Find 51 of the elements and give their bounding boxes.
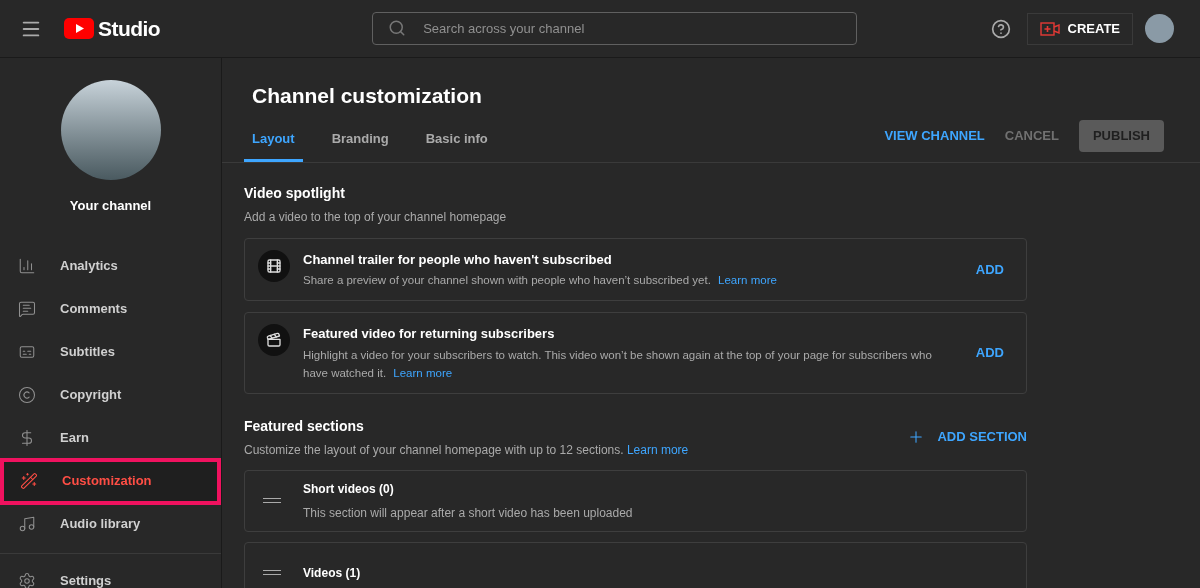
sidebar-item[interactable]: Subtitles — [0, 330, 221, 374]
subtitles-icon — [18, 343, 36, 361]
film-icon — [258, 249, 290, 282]
bar-chart-icon — [18, 257, 36, 275]
search-icon — [388, 19, 407, 37]
page-title: Channel customization — [252, 83, 483, 109]
tab[interactable]: Layout — [244, 121, 303, 162]
section-name: Videos (1) — [303, 564, 361, 582]
sidebar-item[interactable]: Comments — [0, 287, 221, 331]
play-logo-icon — [64, 18, 94, 39]
section-title: Featured sections — [244, 416, 365, 436]
card-title: Channel trailer for people who haven't subscribed — [303, 250, 613, 269]
magic-wand-icon — [20, 472, 38, 490]
avatar[interactable] — [1145, 14, 1174, 43]
section-subtitle: Customize the layout of your channel homepage with up to 12 sections. Learn more — [244, 441, 690, 459]
section-subtitle: Add a video to the top of your channel homepage — [244, 208, 508, 226]
drag-handle-icon[interactable] — [263, 498, 281, 503]
comment-icon — [18, 300, 36, 318]
add-button[interactable]: ADD — [975, 259, 1004, 279]
drag-handle-icon[interactable] — [263, 570, 281, 575]
learn-more-link[interactable]: Learn more — [718, 274, 777, 286]
tab[interactable]: Branding — [323, 121, 397, 162]
logo-text: Studio — [98, 15, 161, 42]
settings-icon — [18, 572, 36, 588]
sidebar-item[interactable]: Earn — [0, 416, 221, 460]
section-title: Video spotlight — [244, 183, 346, 203]
create-button[interactable]: CREATE — [1026, 12, 1133, 45]
learn-more-link[interactable]: Learn more — [393, 366, 453, 379]
learn-more-link[interactable]: Learn more — [626, 442, 689, 457]
tab[interactable]: Basic info — [417, 121, 496, 162]
section-name: Short videos (0) — [303, 480, 395, 498]
view-channel-button[interactable]: VIEW CHANNEL — [884, 125, 985, 146]
sidebar-item[interactable]: Customization — [2, 459, 219, 503]
cancel-button[interactable]: CANCEL — [1004, 125, 1059, 146]
card-description: Highlight a video for your subscribers to watch. This video won’t be shown again at the top of your page for subscribers who have watched it. Learn more — [303, 347, 933, 381]
sidebar-item[interactable]: Audio library — [0, 502, 221, 546]
copyright-icon — [18, 386, 36, 404]
music-note-icon — [18, 515, 36, 533]
channel-label: Your channel — [69, 197, 152, 215]
card-description: Share a preview of your channel shown with people who haven’t subscribed yet. Learn more — [303, 273, 778, 288]
sidebar-item[interactable]: Copyright — [0, 373, 221, 417]
sidebar-item[interactable]: Analytics — [0, 244, 221, 288]
clapperboard-icon — [258, 324, 290, 356]
search-field[interactable]: Search across your channel — [372, 12, 858, 45]
card-title: Featured video for returning subscribers — [303, 325, 556, 343]
add-button[interactable]: ADD — [975, 343, 1004, 363]
section-description: This section will appear after a short video has been uploaded — [303, 504, 633, 522]
video-camera-plus-icon — [1039, 20, 1060, 37]
help-icon[interactable] — [990, 18, 1011, 39]
add-section-button[interactable]: ADD SECTION — [907, 427, 1027, 447]
sidebar-item[interactable]: Settings — [0, 559, 221, 588]
